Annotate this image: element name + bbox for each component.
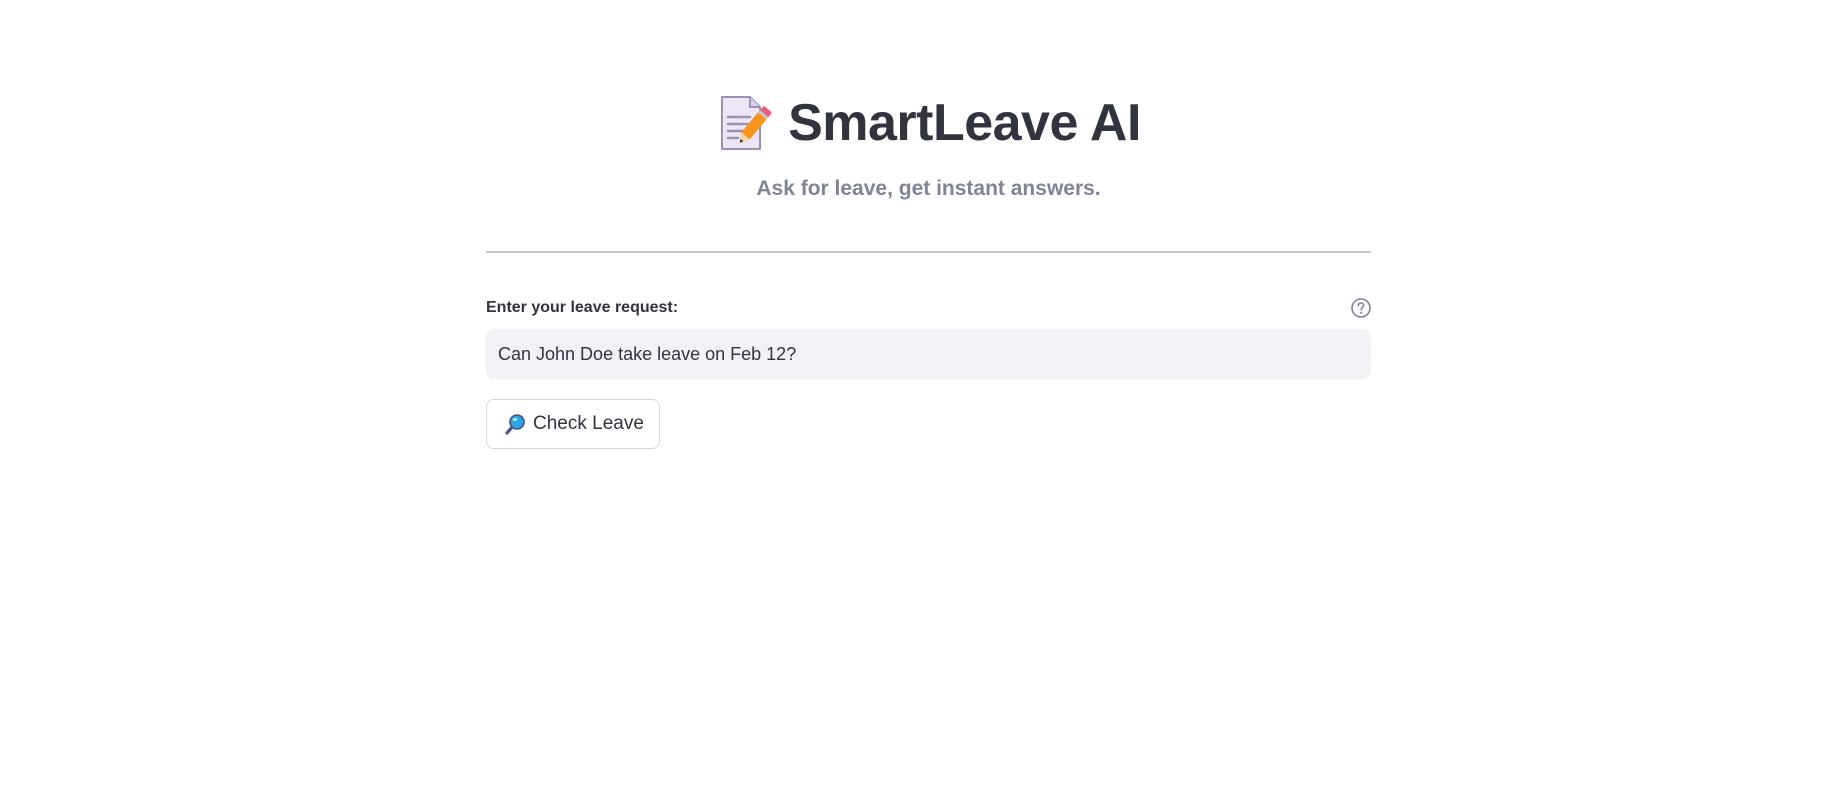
check-leave-button[interactable]: Check Leave (486, 399, 660, 449)
page-title: SmartLeave AI (486, 88, 1371, 158)
check-leave-label: Check Leave (533, 413, 644, 434)
field-label-row: Enter your leave request: (486, 296, 1371, 320)
leave-request-label: Enter your leave request: (486, 299, 679, 316)
subtitle: Ask for leave, get instant answers. (756, 177, 1101, 200)
app-title: SmartLeave AI (788, 94, 1141, 152)
app: SmartLeave AI Ask for leave, get instant… (0, 0, 1847, 801)
leave-request-input[interactable] (486, 329, 1371, 379)
question-circle-icon[interactable] (1350, 297, 1372, 319)
memo-pencil-icon (721, 96, 772, 150)
magnifier-icon (505, 414, 525, 435)
divider (486, 251, 1371, 253)
